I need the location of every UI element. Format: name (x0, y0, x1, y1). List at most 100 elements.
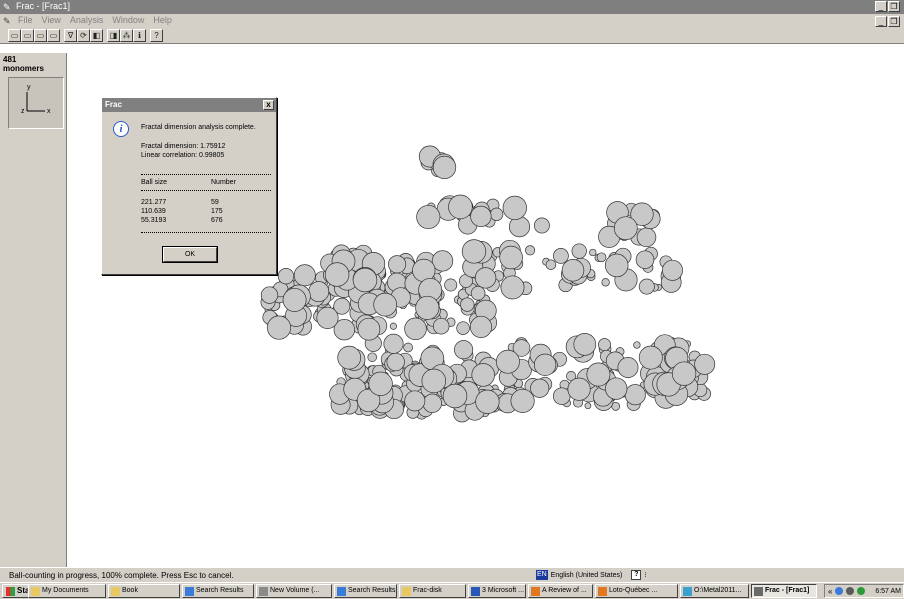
axis-z-label: z (21, 108, 25, 115)
axes-icon: y z x (21, 84, 51, 115)
menu-help[interactable]: Help (153, 15, 172, 25)
browser-icon (531, 586, 540, 596)
minimize-button[interactable]: _ (875, 1, 887, 12)
menu-window[interactable]: Window (112, 15, 144, 25)
status-bar: Ball-counting in progress, 100% complete… (0, 567, 904, 582)
taskbar-item[interactable]: Search Results (182, 584, 254, 598)
axis-x-label: x (47, 108, 51, 115)
taskbar-item[interactable]: Frac-disk (399, 584, 466, 598)
ball-count-value: 59 (211, 199, 219, 206)
taskbar-item[interactable]: Book (108, 584, 180, 598)
rotate-icon[interactable]: ⟳ (77, 29, 90, 42)
monomer-sphere (404, 317, 427, 341)
monomer-sphere (337, 345, 362, 370)
info-icon[interactable]: ℹ (133, 29, 146, 42)
monomer-sphere (352, 267, 378, 293)
monomer-sphere (442, 383, 468, 409)
monomer-sphere (383, 333, 404, 354)
monomer-sphere (584, 402, 592, 410)
windows-logo-icon (6, 586, 15, 596)
axes-orientation-view[interactable]: y z x (8, 77, 64, 129)
network-icon[interactable] (835, 587, 844, 595)
taskbar-item[interactable]: Search Results (334, 584, 397, 598)
window-title: Frac - [Frac1] (16, 1, 71, 11)
taskbar-item[interactable]: Frac - [Frac1] (751, 584, 817, 598)
monomer-sphere (601, 278, 610, 287)
ok-button[interactable]: OK (163, 247, 217, 262)
copy-icon[interactable]: ▭ (47, 29, 60, 42)
taskbar-item-label: Search Results (348, 587, 396, 594)
monomer-sphere (638, 278, 655, 295)
monomer-sphere (469, 315, 493, 338)
print-icon[interactable]: ▭ (34, 29, 47, 42)
monomer-sphere (470, 205, 492, 228)
monomer-sphere (432, 317, 450, 335)
taskbar-item[interactable]: O:\Metal2011... (680, 584, 749, 598)
monomer-sphere (598, 338, 611, 352)
folder-icon (402, 586, 411, 596)
side-panel: 481 monomers y z x (0, 53, 67, 567)
fractal-dimension-text: Fractal dimension: 1.75912 (141, 143, 226, 150)
view-icon[interactable]: ◨ (107, 29, 120, 42)
dialog-title-bar[interactable]: Frac x (102, 98, 276, 112)
monomer-sphere (502, 195, 527, 221)
menu-view[interactable]: View (42, 15, 61, 25)
child-minimize-button[interactable]: _ (875, 16, 887, 27)
open-icon[interactable]: ▭ (8, 29, 21, 42)
monomer-sphere (624, 384, 646, 406)
language-name[interactable]: English (United States) (551, 572, 623, 579)
taskbar-item-label: New Volume (... (270, 587, 320, 594)
child-restore-button[interactable]: ❐ (888, 16, 900, 27)
taskbar-item[interactable]: My Documents (28, 584, 106, 598)
clock[interactable]: 6:57 AM (875, 588, 901, 595)
monomer-sphere (324, 262, 350, 287)
monomer-sphere (495, 349, 520, 374)
restore-button[interactable]: ❐ (888, 1, 900, 12)
help-icon[interactable]: ? (631, 570, 642, 580)
antivirus-icon[interactable] (857, 587, 866, 595)
language-code[interactable]: EN (536, 570, 548, 580)
monomer-sphere (474, 267, 497, 289)
menu-file[interactable]: File (18, 15, 33, 25)
ball-size-value: 110.639 (141, 208, 166, 215)
monomer-sphere (386, 352, 405, 372)
folder-icon (31, 586, 40, 596)
taskbar-item[interactable]: New Volume (... (256, 584, 332, 598)
menu-analysis[interactable]: Analysis (70, 15, 104, 25)
monomer-sphere (573, 333, 597, 356)
folder-icon (111, 586, 120, 596)
frac-result-dialog: Frac x i Fractal dimension analysis comp… (101, 97, 277, 275)
number-header: Number (211, 179, 236, 186)
monomer-sphere (533, 217, 550, 234)
dialog-close-button[interactable]: x (263, 100, 274, 110)
monomer-sphere (461, 239, 487, 264)
help-icon[interactable]: ? (150, 29, 163, 42)
taskbar-item-label: Frac-disk (413, 587, 442, 594)
zoom-icon[interactable]: ◧ (90, 29, 103, 42)
tray-expand-button[interactable]: « (828, 587, 832, 596)
monomer-sphere (368, 371, 393, 396)
taskbar-item-label: O:\Metal2011... (694, 587, 742, 594)
language-bar[interactable]: EN English (United States) ? ⁝ (536, 569, 647, 581)
monomer-sphere (525, 245, 536, 256)
taskbar-item[interactable]: Loto-Québec ... (595, 584, 678, 598)
save-icon[interactable]: ▭ (21, 29, 34, 42)
monomer-sphere (633, 341, 641, 349)
monomer-sphere (357, 317, 381, 341)
monomer-sphere (266, 315, 292, 340)
window-title-bar[interactable]: ✎ Frac - [Frac1] _ ❐ (0, 0, 904, 14)
monomer-sphere (489, 207, 504, 221)
document-icon[interactable]: ✎ (3, 16, 11, 27)
taskbar-item[interactable]: 3 Microsoft ... (468, 584, 526, 598)
cluster-icon[interactable]: ⁂ (120, 29, 133, 42)
taskbar-item[interactable]: A Review of ... (528, 584, 593, 598)
monomer-count-value: 481 (3, 55, 17, 64)
monomer-sphere (444, 278, 458, 292)
language-options-icon[interactable]: ⁝ (644, 571, 646, 579)
volume-icon[interactable] (846, 587, 855, 595)
monomer-sphere (694, 353, 716, 375)
monomer-sphere (662, 259, 683, 281)
dialog-divider (141, 190, 271, 191)
monomer-sphere (596, 252, 607, 263)
filter-icon[interactable]: ∇ (64, 29, 77, 42)
